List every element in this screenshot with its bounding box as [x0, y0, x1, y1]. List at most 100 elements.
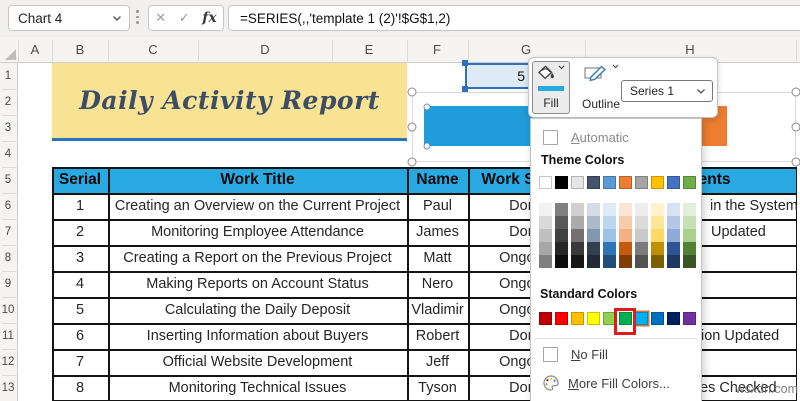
cell-name[interactable]: Paul [407, 193, 468, 219]
chart-selection-handle[interactable] [791, 87, 800, 97]
cell-work-title[interactable]: Creating an Overview on the Current Proj… [108, 193, 407, 219]
table-header-work-title[interactable]: Work Title [108, 167, 407, 193]
formula-bar-splitter-icon[interactable] [136, 10, 139, 24]
theme-color-swatch[interactable] [619, 176, 632, 189]
theme-color-swatch[interactable] [555, 176, 568, 189]
row-header-13[interactable]: 13 [0, 375, 16, 401]
theme-variant-swatch[interactable] [667, 242, 680, 255]
cell-name[interactable]: Jeff [407, 349, 468, 375]
chevron-down-icon[interactable] [112, 15, 122, 22]
menu-item-more-fill-colors[interactable]: More Fill Colors... [531, 371, 701, 395]
theme-variant-swatch[interactable] [571, 255, 584, 268]
cell-work-title[interactable]: Calculating the Daily Deposit [108, 297, 407, 323]
theme-variant-swatch[interactable] [619, 203, 632, 216]
standard-color-swatch[interactable] [635, 312, 648, 325]
series-selection-handle[interactable] [423, 142, 431, 150]
cell-serial[interactable]: 7 [52, 349, 108, 375]
range-handle[interactable] [462, 60, 468, 66]
theme-variant-swatch[interactable] [555, 203, 568, 216]
theme-variant-swatch[interactable] [635, 203, 648, 216]
row-header-10[interactable]: 10 [0, 297, 16, 323]
cell-work-title[interactable]: Monitoring Technical Issues [108, 375, 407, 401]
theme-variant-swatch[interactable] [571, 242, 584, 255]
cell-name[interactable]: James [407, 219, 468, 245]
theme-variant-swatch[interactable] [667, 229, 680, 242]
cell-name[interactable]: Tyson [407, 375, 468, 401]
theme-variant-swatch[interactable] [619, 216, 632, 229]
theme-variant-swatch[interactable] [571, 216, 584, 229]
theme-variant-swatch[interactable] [635, 242, 648, 255]
theme-variant-swatch[interactable] [555, 229, 568, 242]
column-header-D[interactable]: D [260, 42, 269, 57]
cell-serial[interactable]: 5 [52, 297, 108, 323]
cell-serial[interactable]: 1 [52, 193, 108, 219]
cancel-icon[interactable]: ✕ [155, 10, 166, 26]
cell-serial[interactable]: 4 [52, 271, 108, 297]
cell-work-title[interactable]: Creating a Report on the Previous Projec… [108, 245, 407, 271]
theme-variant-swatch[interactable] [651, 242, 664, 255]
standard-color-swatch[interactable] [539, 312, 552, 325]
table-header-name[interactable]: Name [407, 167, 468, 193]
menu-item-no-fill[interactable]: No Fill [531, 342, 701, 366]
theme-variant-swatch[interactable] [603, 242, 616, 255]
formula-input[interactable]: =SERIES(,,'template 1 (2)'!$G$1,2) [228, 5, 800, 31]
row-header-11[interactable]: 11 [0, 323, 16, 349]
cell-serial[interactable]: 6 [52, 323, 108, 349]
theme-variant-swatch[interactable] [619, 242, 632, 255]
theme-color-swatch[interactable] [651, 176, 664, 189]
fill-button[interactable]: Fill [532, 61, 570, 114]
outline-button[interactable]: Outline [577, 61, 625, 114]
theme-variant-swatch[interactable] [539, 203, 552, 216]
standard-color-swatch[interactable] [683, 312, 696, 325]
theme-variant-swatch[interactable] [539, 242, 552, 255]
theme-variant-swatch[interactable] [603, 255, 616, 268]
theme-variant-swatch[interactable] [571, 229, 584, 242]
row-header-4[interactable]: 4 [0, 141, 16, 167]
theme-variant-swatch[interactable] [587, 203, 600, 216]
theme-variant-swatch[interactable] [555, 242, 568, 255]
theme-variant-swatch[interactable] [651, 216, 664, 229]
theme-variant-swatch[interactable] [683, 229, 696, 242]
standard-color-swatch[interactable] [571, 312, 584, 325]
cell-work-title[interactable]: Inserting Information about Buyers [108, 323, 407, 349]
theme-variant-swatch[interactable] [587, 229, 600, 242]
theme-variant-swatch[interactable] [667, 216, 680, 229]
theme-variant-swatch[interactable] [667, 255, 680, 268]
theme-color-swatch[interactable] [667, 176, 680, 189]
cell-work-title[interactable]: Monitoring Employee Attendance [108, 219, 407, 245]
theme-color-swatch[interactable] [635, 176, 648, 189]
theme-variant-swatch[interactable] [667, 203, 680, 216]
theme-variant-swatch[interactable] [539, 216, 552, 229]
theme-variant-swatch[interactable] [683, 203, 696, 216]
menu-item-automatic[interactable]: Automatic [531, 126, 701, 148]
theme-color-swatch[interactable] [683, 176, 696, 189]
series-selection-handle[interactable] [423, 103, 431, 111]
cell-work-title[interactable]: Making Reports on Account Status [108, 271, 407, 297]
chart-selection-handle[interactable] [791, 157, 800, 167]
theme-variant-swatch[interactable] [539, 229, 552, 242]
row-header-7[interactable]: 7 [0, 219, 16, 245]
theme-color-swatch[interactable] [587, 176, 600, 189]
standard-color-swatch[interactable] [667, 312, 680, 325]
row-header-6[interactable]: 6 [0, 193, 16, 219]
row-header-3[interactable]: 3 [0, 115, 16, 141]
chart-element-selector[interactable]: Series 1 [621, 80, 713, 102]
theme-color-swatch[interactable] [571, 176, 584, 189]
theme-variant-swatch[interactable] [603, 229, 616, 242]
theme-variant-swatch[interactable] [651, 203, 664, 216]
theme-color-swatch[interactable] [539, 176, 552, 189]
row-header-8[interactable]: 8 [0, 245, 16, 271]
column-header-G[interactable]: G [521, 42, 531, 57]
select-all-icon[interactable] [5, 49, 16, 60]
cell-name[interactable]: Matt [407, 245, 468, 271]
row-header-12[interactable]: 12 [0, 349, 16, 375]
standard-color-swatch[interactable] [587, 312, 600, 325]
row-header-2[interactable]: 2 [0, 89, 16, 115]
table-header-serial[interactable]: Serial [52, 167, 108, 193]
column-header-H[interactable]: H [685, 42, 694, 57]
theme-variant-swatch[interactable] [635, 216, 648, 229]
theme-color-swatch[interactable] [603, 176, 616, 189]
theme-variant-swatch[interactable] [587, 255, 600, 268]
cell-work-title[interactable]: Official Website Development [108, 349, 407, 375]
standard-color-swatch[interactable] [555, 312, 568, 325]
